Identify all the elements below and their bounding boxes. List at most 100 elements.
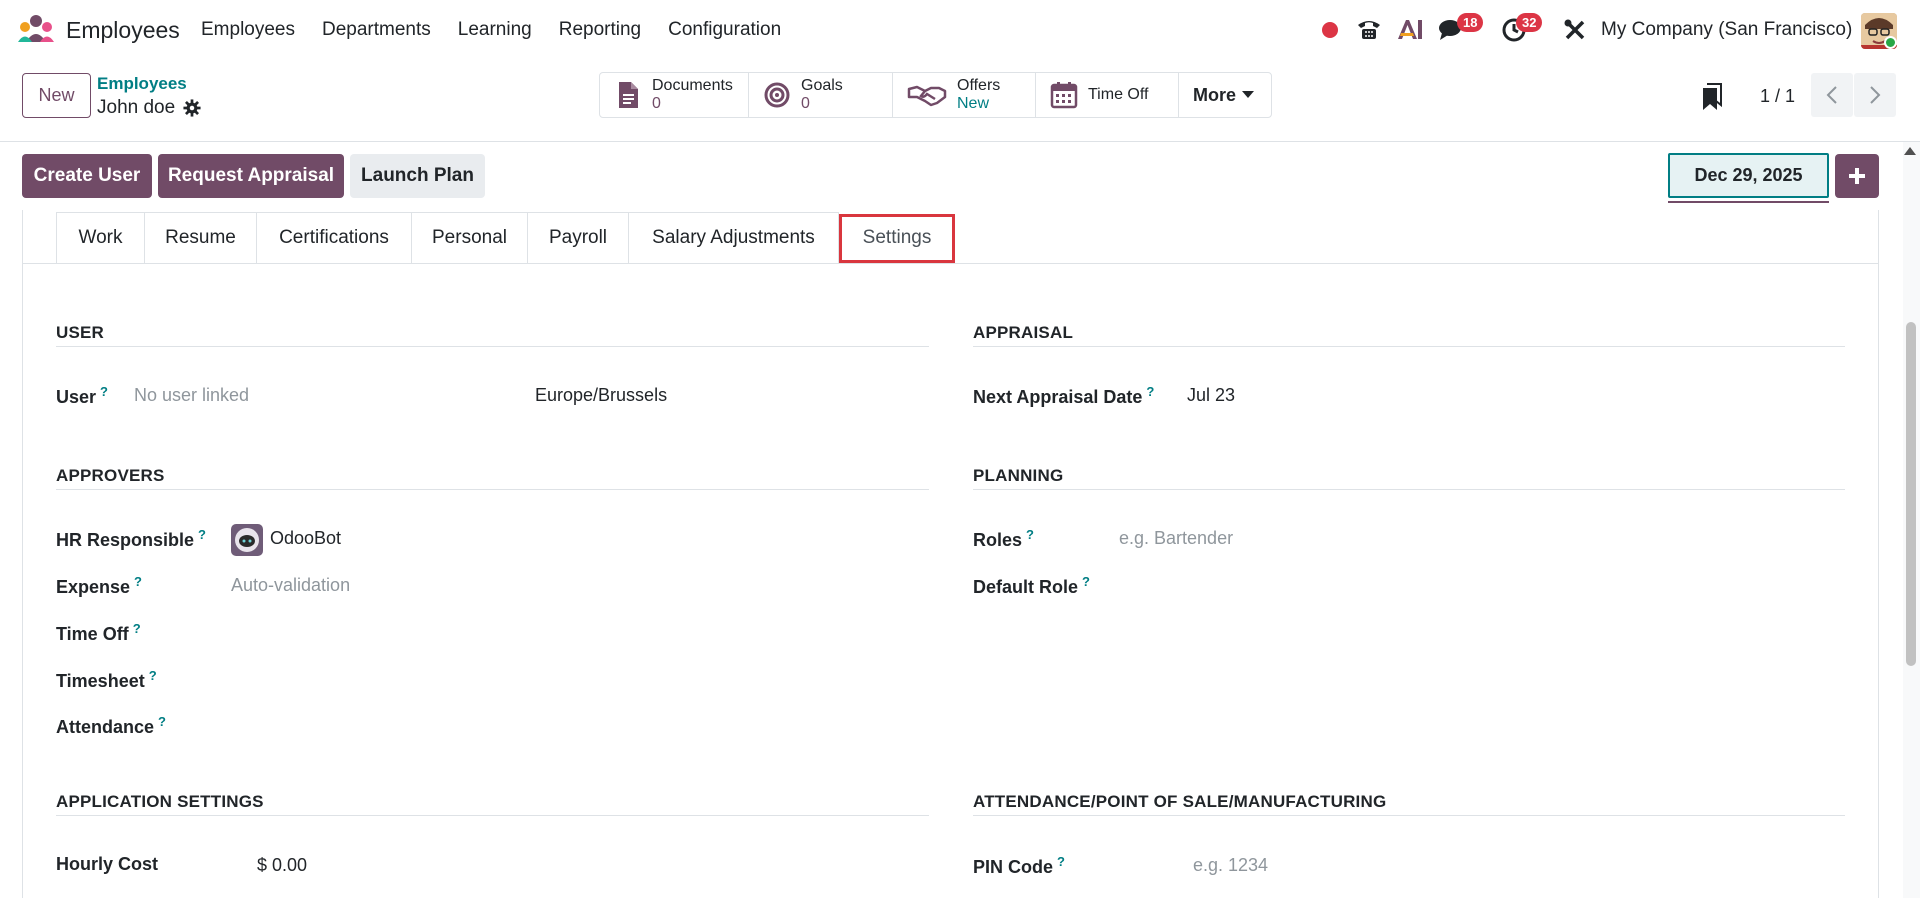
default-role-help-icon[interactable]: ?: [1082, 574, 1090, 589]
menu-employees[interactable]: Employees: [201, 19, 295, 41]
roles-help-icon[interactable]: ?: [1026, 527, 1034, 542]
tab-certifications[interactable]: Certifications: [257, 212, 412, 263]
default-role-label: Default Role?: [973, 574, 1090, 597]
tab-personal[interactable]: Personal: [412, 212, 528, 263]
section-planning-line: [973, 489, 1845, 490]
tools-icon[interactable]: [1564, 19, 1586, 41]
expense-field[interactable]: Auto-validation: [231, 575, 350, 596]
menu-departments[interactable]: Departments: [322, 19, 431, 41]
ai-icon[interactable]: [1397, 18, 1423, 40]
timeoff-smart-button[interactable]: Time Off: [1036, 73, 1179, 117]
next-appraisal-label: Next Appraisal Date?: [973, 384, 1155, 407]
documents-smart-button[interactable]: Documents 0: [600, 73, 749, 117]
section-user-line: [56, 346, 929, 347]
timeoff-help-icon[interactable]: ?: [133, 621, 141, 636]
chevron-left-icon: [1826, 86, 1837, 104]
request-appraisal-button[interactable]: Request Appraisal: [158, 154, 344, 198]
section-user-title: USER: [56, 323, 105, 342]
goals-smart-button[interactable]: Goals 0: [749, 73, 893, 117]
roles-field[interactable]: e.g. Bartender: [1119, 528, 1233, 549]
chevron-right-icon: [1870, 86, 1881, 104]
section-planning-title: PLANNING: [973, 466, 1064, 485]
app-name[interactable]: Employees: [66, 17, 180, 44]
next-appraisal-field[interactable]: Jul 23: [1187, 385, 1235, 406]
hr-responsible-help-icon[interactable]: ?: [198, 527, 206, 542]
timesheet-help-icon[interactable]: ?: [149, 668, 157, 683]
date-underline: [1668, 201, 1829, 203]
pager-value[interactable]: 1 / 1: [1760, 86, 1795, 107]
launch-plan-button[interactable]: Launch Plan: [350, 154, 485, 198]
pin-code-field[interactable]: e.g. 1234: [1193, 855, 1268, 876]
date-field[interactable]: Dec 29, 2025: [1668, 153, 1829, 198]
more-dropdown[interactable]: More: [1179, 73, 1271, 117]
form-sheet: [22, 210, 1879, 898]
hr-responsible-label: HR Responsible?: [56, 527, 206, 550]
tab-resume[interactable]: Resume: [145, 212, 257, 263]
menu-configuration[interactable]: Configuration: [668, 19, 781, 41]
expense-help-icon[interactable]: ?: [134, 574, 142, 589]
tab-salary-adjustments[interactable]: Salary Adjustments: [629, 212, 839, 263]
handshake-icon: [907, 85, 947, 107]
documents-count: 0: [652, 95, 661, 112]
scrollbar-thumb[interactable]: [1906, 322, 1916, 666]
offers-status: New: [957, 95, 990, 112]
offers-smart-button[interactable]: Offers New: [893, 73, 1036, 117]
more-label: More: [1193, 84, 1237, 105]
top-navbar: Employees Employees Departments Learning…: [0, 0, 1920, 60]
timeoff-label: Time Off: [1088, 86, 1149, 103]
user-field[interactable]: No user linked: [134, 385, 249, 406]
caret-down-icon: [1242, 91, 1255, 98]
chat-count-badge: 18: [1457, 13, 1484, 32]
tabs-underline: [22, 263, 1879, 264]
new-button[interactable]: New: [22, 73, 91, 118]
pin-code-help-icon[interactable]: ?: [1057, 854, 1065, 869]
menu-learning[interactable]: Learning: [458, 19, 532, 41]
bookmark-icon[interactable]: [1700, 83, 1724, 111]
tab-payroll[interactable]: Payroll: [528, 212, 629, 263]
section-appraisal-line: [973, 346, 1845, 347]
hourly-cost-field[interactable]: $ 0.00: [257, 855, 307, 876]
gear-icon[interactable]: [183, 99, 201, 117]
user-label: User?: [56, 384, 108, 407]
next-appraisal-help-icon[interactable]: ?: [1146, 384, 1154, 399]
section-appraisal-title: APPRAISAL: [973, 323, 1074, 342]
company-switcher[interactable]: My Company (San Francisco): [1601, 19, 1852, 41]
timezone-field[interactable]: Europe/Brussels: [535, 385, 667, 406]
timeoff-approver-label: Time Off?: [56, 621, 141, 644]
scroll-up-icon[interactable]: [1904, 147, 1916, 155]
add-button[interactable]: [1835, 154, 1879, 198]
documents-label: Documents: [652, 77, 733, 94]
goals-label: Goals: [801, 77, 843, 94]
section-attendance-pos-line: [973, 815, 1845, 816]
smart-buttons: Documents 0 Goals 0 Offers New Time Off …: [599, 72, 1272, 118]
hourly-cost-label: Hourly Cost: [56, 854, 159, 874]
employees-app-icon[interactable]: [18, 14, 54, 44]
plus-icon: [1849, 168, 1865, 184]
document-icon: [619, 82, 638, 108]
timesheet-label: Timesheet?: [56, 668, 157, 691]
attendance-help-icon[interactable]: ?: [158, 714, 166, 729]
record-name: John doe: [97, 97, 176, 118]
expense-label: Expense?: [56, 574, 142, 597]
breadcrumb-employees[interactable]: Employees: [97, 74, 187, 94]
main-menu: Employees Departments Learning Reporting…: [201, 19, 808, 41]
menu-reporting[interactable]: Reporting: [559, 19, 641, 41]
hr-responsible-field[interactable]: OdooBot: [270, 528, 341, 549]
settings-tab-highlight: [839, 214, 955, 263]
roles-label: Roles?: [973, 527, 1034, 550]
section-application-line: [56, 815, 929, 816]
pin-code-label: PIN Code?: [973, 854, 1065, 877]
user-help-icon[interactable]: ?: [100, 384, 108, 399]
recording-icon[interactable]: [1321, 21, 1339, 39]
offers-label: Offers: [957, 77, 1001, 94]
attendance-label: Attendance?: [56, 714, 166, 737]
pager-next-button[interactable]: [1854, 73, 1896, 117]
control-panel-divider: [0, 141, 1920, 142]
pager-previous-button[interactable]: [1811, 73, 1853, 117]
target-icon: [764, 82, 790, 108]
phone-icon[interactable]: [1356, 17, 1382, 41]
tab-work[interactable]: Work: [56, 212, 145, 263]
section-attendance-pos-title: ATTENDANCE/POINT OF SALE/MANUFACTURING: [973, 792, 1387, 811]
section-approvers-title: APPROVERS: [56, 466, 165, 485]
create-user-button[interactable]: Create User: [22, 154, 152, 198]
